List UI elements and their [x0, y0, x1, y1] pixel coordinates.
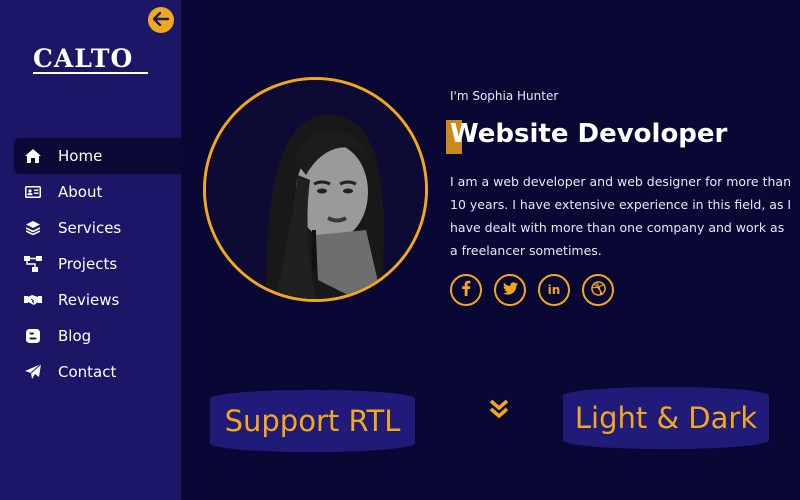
sidebar-item-blog[interactable]: Blog [14, 318, 181, 354]
sidebar-item-label: About [58, 183, 103, 201]
profile-avatar [203, 77, 428, 302]
sidebar-item-projects[interactable]: Projects [14, 246, 181, 282]
sidebar-item-services[interactable]: Services [14, 210, 181, 246]
hero-title: Website Devoloper [450, 119, 728, 149]
twitter-icon [502, 281, 518, 299]
brand-logo[interactable]: CALTO [33, 44, 133, 73]
home-icon [24, 147, 42, 165]
sidebar-item-label: Blog [58, 327, 92, 345]
sidebar: CALTO Home About Services Projects Revie… [0, 0, 181, 500]
intro-text: I'm Sophia Hunter [450, 89, 559, 103]
sidebar-item-label: Projects [58, 255, 118, 273]
twitter-link[interactable] [494, 274, 526, 306]
layers-icon [24, 219, 42, 237]
sidebar-item-label: Contact [58, 363, 117, 381]
sitemap-icon [24, 255, 42, 273]
sidebar-item-label: Services [58, 219, 122, 237]
linkedin-link[interactable]: in [538, 274, 570, 306]
double-chevron-down-icon [487, 398, 511, 420]
sidebar-item-reviews[interactable]: Reviews [14, 282, 181, 318]
hero-description: I am a web developer and web designer fo… [450, 174, 792, 258]
support-rtl-badge: Support RTL [210, 390, 415, 452]
sidebar-item-label: Home [58, 147, 103, 165]
paper-plane-icon [24, 363, 42, 381]
sidebar-item-about[interactable]: About [14, 174, 181, 210]
light-dark-label: Light & Dark [574, 401, 758, 435]
dribbble-icon [590, 280, 606, 300]
facebook-icon [461, 280, 471, 300]
collapse-sidebar-button[interactable] [148, 7, 174, 33]
portrait-image [206, 80, 425, 299]
id-card-icon [24, 183, 42, 201]
main-nav: Home About Services Projects Reviews Blo… [14, 138, 181, 390]
logo-underline [33, 72, 148, 74]
blogger-icon [24, 327, 42, 345]
facebook-link[interactable] [450, 274, 482, 306]
sidebar-item-label: Reviews [58, 291, 120, 309]
light-dark-badge: Light & Dark [563, 387, 769, 449]
hero-title-wrap: Website Devoloper [446, 119, 728, 154]
linkedin-icon: in [547, 283, 561, 297]
sidebar-item-home[interactable]: Home [14, 138, 181, 174]
social-links: in [450, 274, 626, 306]
arrow-left-icon [152, 11, 170, 30]
dribbble-link[interactable] [582, 274, 614, 306]
handshake-icon [24, 291, 42, 309]
support-rtl-label: Support RTL [224, 404, 401, 438]
sidebar-item-contact[interactable]: Contact [14, 354, 181, 390]
